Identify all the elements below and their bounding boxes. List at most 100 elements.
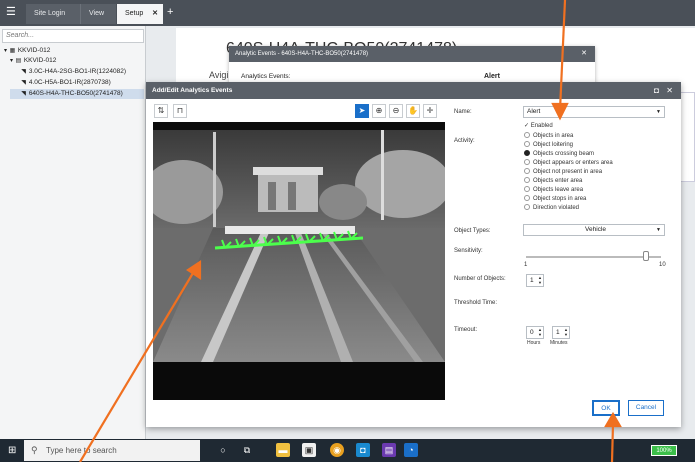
pan-hand-icon[interactable]: ✋: [406, 104, 420, 118]
object-types-label: Object Types:: [454, 228, 491, 234]
timeout-minutes-stepper[interactable]: 1 ▲ ▼: [552, 326, 570, 339]
radio-icon: [524, 132, 530, 138]
tree-item-camera[interactable]: ◥ 4.0C-H5A-BO1-IR(2870738): [20, 78, 111, 88]
activity-radio[interactable]: Objects leave area: [524, 186, 583, 193]
timeout-minutes-value: 1: [556, 329, 560, 336]
radio-icon: [524, 177, 530, 183]
timeout-label: Timeout:: [454, 327, 478, 333]
cortana-icon[interactable]: ○: [216, 443, 230, 457]
camera-icon: ◥: [21, 91, 26, 97]
radio-label: Objects crossing beam: [533, 151, 595, 157]
add-edit-analytics-dialog: Add/Edit Analytics Events ◘ ✕ ⇅ ⊓ ➤ ⊕ ⊖ …: [146, 82, 681, 427]
app-topbar: ☰ Site Login View 1 Setup ✕ +: [0, 0, 695, 37]
name-select[interactable]: Alert ▼: [523, 106, 665, 118]
taskbar-search-input[interactable]: ⚲ Type here to search: [24, 440, 200, 461]
battery-indicator[interactable]: 100%: [651, 445, 677, 456]
maximize-icon[interactable]: ◘: [654, 82, 659, 99]
app-icon[interactable]: ▤: [382, 443, 396, 457]
tree-item-camera-selected[interactable]: ◥ 640S-H4A-THC-BO50(2741478): [10, 89, 144, 99]
camera-video-feed[interactable]: [153, 122, 445, 400]
windows-start-icon[interactable]: ⊞: [8, 445, 19, 456]
radio-label: Objects enter area: [533, 178, 583, 184]
sensitivity-slider-thumb[interactable]: [643, 251, 649, 261]
threshold-time-label: Threshold Time:: [454, 300, 498, 306]
radio-label: Object appears or enters area: [533, 160, 613, 166]
activity-radio[interactable]: Objects enter area: [524, 177, 582, 184]
check-icon: ✓: [524, 123, 530, 129]
chevron-down-icon: ▼: [656, 227, 661, 233]
close-icon[interactable]: ✕: [581, 46, 587, 62]
app-icon[interactable]: ◘: [356, 443, 370, 457]
activity-radio[interactable]: Object stops in area: [524, 195, 586, 202]
tree-item-camera[interactable]: ◥ 3.0C-H4A-2SG-BO1-IR(1224082): [20, 67, 126, 77]
zoom-in-icon[interactable]: ⊕: [372, 104, 386, 118]
tab-site-login[interactable]: Site Login: [26, 4, 80, 24]
object-type-value: Vehicle: [585, 226, 606, 233]
expand-icon[interactable]: ▾: [8, 57, 15, 66]
sort-icon[interactable]: ⇅: [154, 104, 168, 118]
dialog-titlebar: Add/Edit Analytics Events ◘ ✕: [146, 82, 681, 99]
search-icon: ⚲: [31, 445, 38, 455]
activity-radio[interactable]: Object not present in area: [524, 168, 602, 175]
expand-icon[interactable]: ▾: [2, 47, 9, 56]
radio-label: Objects in area: [533, 133, 574, 139]
avigilon-icon[interactable]: ◔: [404, 443, 418, 457]
dialog-title: Analytic Events - 640S-H4A-THC-BO50(2741…: [235, 51, 369, 57]
object-type-select[interactable]: Vehicle ▼: [523, 224, 665, 236]
activity-radio[interactable]: Objects in area: [524, 132, 573, 139]
sensitivity-slider[interactable]: [526, 256, 661, 258]
chevron-down-icon: ▼: [656, 109, 661, 115]
tree-item-site[interactable]: ▾ ▦ KKVID-012: [2, 46, 50, 56]
activity-radio[interactable]: Object appears or enters area: [524, 159, 613, 166]
minutes-label: Minutes: [550, 340, 568, 346]
tree-item-label: 640S-H4A-THC-BO50(2741478): [28, 90, 123, 97]
hours-label: Hours: [527, 340, 541, 346]
dialog-titlebar: Analytic Events - 640S-H4A-THC-BO50(2741…: [229, 46, 595, 62]
tree-item-label: 4.0C-H5A-BO1-IR(2870738): [28, 79, 111, 86]
video-toolbar: ⇅ ⊓ ➤ ⊕ ⊖ ✋ ✛: [151, 104, 445, 120]
search-input[interactable]: Search...: [2, 29, 144, 43]
activity-radio-selected[interactable]: Objects crossing beam: [524, 150, 594, 157]
activity-radio[interactable]: Object loitering: [524, 141, 573, 148]
num-objects-stepper[interactable]: 1 ▲ ▼: [526, 274, 544, 287]
sensitivity-min: 1: [524, 262, 528, 268]
tab-view-1[interactable]: View 1: [80, 4, 116, 37]
store-icon[interactable]: ▣: [302, 443, 316, 457]
activity-radio[interactable]: Direction violated: [524, 204, 579, 211]
radio-label: Object loitering: [533, 142, 574, 148]
pointer-icon[interactable]: ➤: [355, 104, 369, 118]
timeout-hours-stepper[interactable]: 0 ▲ ▼: [526, 326, 544, 339]
tree-item-server[interactable]: ▾ ▤ KKVID-012: [8, 56, 56, 66]
activity-label: Activity:: [454, 138, 475, 144]
ok-button[interactable]: OK: [592, 400, 620, 416]
num-objects-value: 1: [530, 277, 534, 284]
radio-icon: [524, 186, 530, 192]
close-icon[interactable]: ✕: [666, 82, 673, 99]
chrome-icon[interactable]: ◉: [330, 443, 344, 457]
dialog-title: Add/Edit Analytics Events: [152, 87, 233, 94]
server-icon: ▤: [15, 58, 22, 64]
name-value: Alert: [527, 108, 541, 115]
stepper-arrows-icon[interactable]: ▲ ▼: [564, 327, 568, 337]
enabled-checkbox[interactable]: ✓ Enabled: [524, 122, 553, 129]
sensitivity-max: 10: [659, 262, 666, 268]
close-tab-icon[interactable]: ✕: [152, 4, 158, 24]
stepper-arrows-icon[interactable]: ▲ ▼: [538, 327, 542, 337]
beam-icon[interactable]: ⊓: [173, 104, 187, 118]
thermal-image: [153, 122, 445, 400]
file-explorer-icon[interactable]: ▬: [276, 443, 290, 457]
stepper-arrows-icon[interactable]: ▲ ▼: [538, 275, 542, 285]
add-tab-icon[interactable]: +: [167, 6, 173, 18]
move-icon[interactable]: ✛: [423, 104, 437, 118]
tab-label: Site Login: [34, 10, 66, 17]
task-view-icon[interactable]: ⧉: [240, 443, 254, 457]
radio-icon: [524, 159, 530, 165]
site-icon: ▦: [9, 48, 16, 54]
camera-icon: ◥: [21, 80, 26, 86]
taskbar-search-placeholder: Type here to search: [46, 446, 117, 455]
cancel-button[interactable]: Cancel: [628, 400, 664, 416]
zoom-out-icon[interactable]: ⊖: [389, 104, 403, 118]
event-value[interactable]: Alert: [484, 73, 500, 80]
tab-setup[interactable]: Setup ✕: [117, 4, 163, 24]
hamburger-menu-icon[interactable]: ☰: [6, 6, 18, 18]
